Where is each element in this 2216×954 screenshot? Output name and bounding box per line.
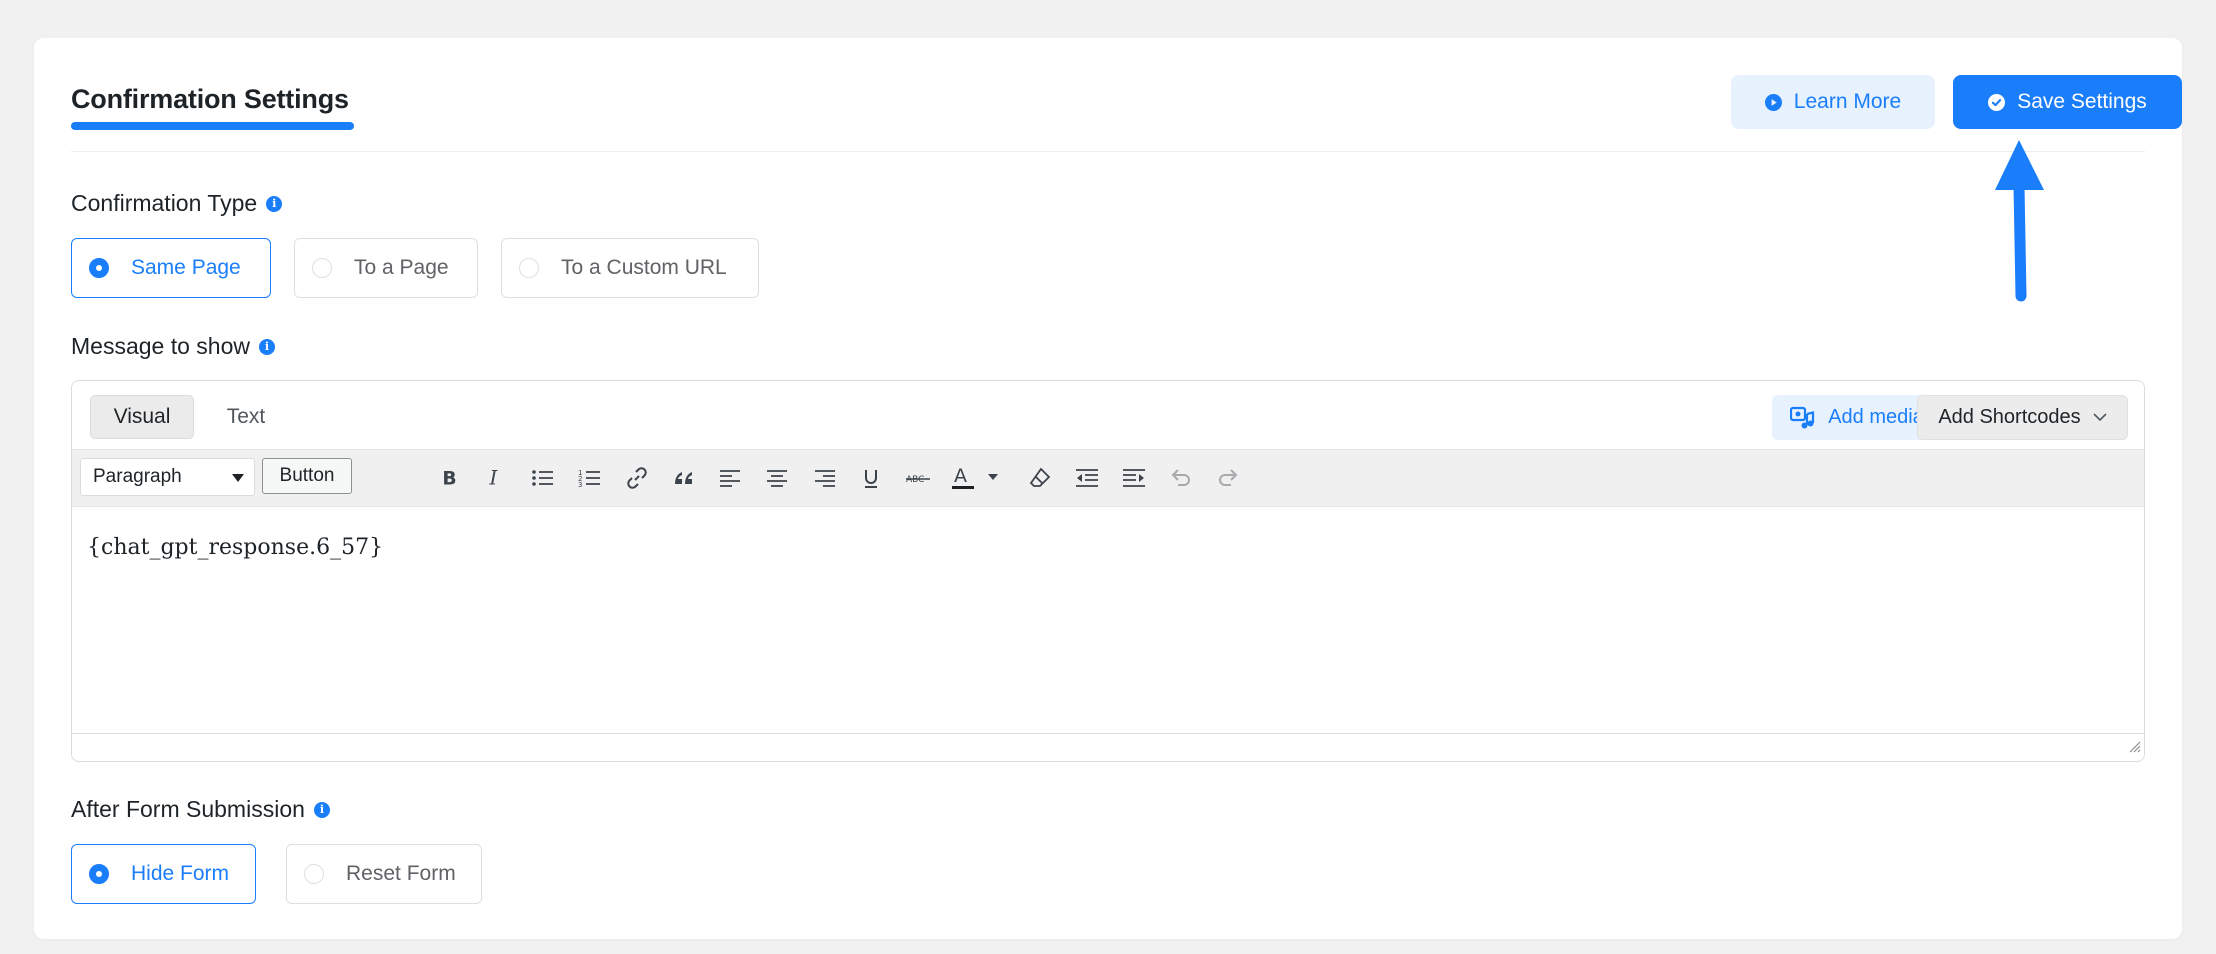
check-circle-icon <box>1988 93 2006 111</box>
undo-icon[interactable] <box>1165 462 1197 494</box>
dropdown-arrow-icon <box>232 474 244 482</box>
add-media-label: Add media <box>1828 406 1924 428</box>
annotation-arrow-icon <box>1990 132 2050 307</box>
radio-button-icon <box>304 864 324 884</box>
confirmation-type-text: Confirmation Type <box>71 190 258 216</box>
paragraph-format-select[interactable]: Paragraph <box>80 458 255 496</box>
outdent-icon[interactable] <box>1071 462 1103 494</box>
tab-visual[interactable]: Visual <box>90 395 194 439</box>
radio-reset-form[interactable]: Reset Form <box>286 844 482 904</box>
media-icon <box>1790 406 1816 430</box>
bulleted-list-icon[interactable] <box>527 462 559 494</box>
after-form-submission-label: After Form Submission i <box>71 796 330 823</box>
link-icon[interactable] <box>621 462 653 494</box>
svg-text:A: A <box>954 465 967 487</box>
bold-icon[interactable]: B <box>433 462 465 494</box>
indent-icon[interactable] <box>1118 462 1150 494</box>
radio-label: Reset Form <box>346 862 456 885</box>
radio-label: Hide Form <box>131 862 230 885</box>
save-settings-label: Save Settings <box>2017 90 2147 113</box>
numbered-list-icon[interactable]: 123 <box>574 462 606 494</box>
svg-text:I: I <box>489 467 499 489</box>
button-insert-button[interactable]: Button <box>262 458 352 494</box>
resize-handle-icon[interactable] <box>2127 739 2141 758</box>
info-icon[interactable]: i <box>266 195 283 212</box>
radio-button-icon <box>312 258 332 278</box>
tab-text[interactable]: Text <box>204 395 288 439</box>
redo-icon[interactable] <box>1212 462 1244 494</box>
info-icon[interactable]: i <box>258 338 275 355</box>
confirmation-type-label: Confirmation Type i <box>71 190 283 217</box>
underline-icon[interactable] <box>855 462 887 494</box>
message-to-show-label: Message to show i <box>71 333 275 360</box>
chevron-down-icon <box>2093 413 2107 422</box>
format-select-value: Paragraph <box>93 466 182 487</box>
radio-hide-form[interactable]: Hide Form <box>71 844 256 904</box>
editor-toolbar: Paragraph Button B I 123 ABC A <box>72 449 2144 507</box>
radio-same-page[interactable]: Same Page <box>71 238 271 298</box>
align-center-icon[interactable] <box>761 462 793 494</box>
italic-icon[interactable]: I <box>479 462 511 494</box>
strikethrough-icon[interactable]: ABC <box>902 462 934 494</box>
svg-text:B: B <box>442 469 456 489</box>
radio-button-icon <box>89 864 109 884</box>
align-left-icon[interactable] <box>714 462 746 494</box>
message-editor: Visual Text Add media Add Shortcodes Par… <box>71 380 2145 762</box>
save-settings-button[interactable]: Save Settings <box>1953 75 2182 129</box>
align-right-icon[interactable] <box>809 462 841 494</box>
play-circle-icon <box>1764 93 1782 111</box>
radio-to-a-page[interactable]: To a Page <box>294 238 478 298</box>
radio-label: Same Page <box>131 256 241 279</box>
editor-status-bar <box>72 733 2144 761</box>
radio-label: To a Page <box>354 256 449 279</box>
learn-more-label: Learn More <box>1793 90 1902 113</box>
radio-label: To a Custom URL <box>561 256 727 279</box>
message-to-show-text: Message to show <box>71 333 250 359</box>
add-shortcodes-dropdown[interactable]: Add Shortcodes <box>1917 395 2128 440</box>
settings-header: Confirmation Settings Learn More Save Se… <box>71 38 2182 152</box>
confirmation-settings-card: Confirmation Settings Learn More Save Se… <box>34 38 2182 939</box>
blockquote-icon[interactable] <box>668 462 700 494</box>
page-title: Confirmation Settings <box>71 84 349 114</box>
clear-formatting-icon[interactable] <box>1024 462 1056 494</box>
radio-to-custom-url[interactable]: To a Custom URL <box>501 238 759 298</box>
editor-content-text: {chat_gpt_response.6_57} <box>87 535 384 560</box>
info-icon[interactable]: i <box>313 801 330 818</box>
after-form-submission-text: After Form Submission <box>71 796 305 822</box>
add-shortcodes-label: Add Shortcodes <box>1938 406 2081 428</box>
radio-button-icon <box>89 258 109 278</box>
title-underline <box>71 122 354 130</box>
radio-button-icon <box>519 258 539 278</box>
text-color-icon[interactable]: A <box>949 462 1005 494</box>
svg-text:3: 3 <box>578 481 582 489</box>
editor-tabs-bar: Visual Text Add media Add Shortcodes <box>72 381 2144 449</box>
svg-text:ABC: ABC <box>906 475 924 485</box>
editor-content-area[interactable]: {chat_gpt_response.6_57} <box>72 507 2144 733</box>
learn-more-button[interactable]: Learn More <box>1731 75 1935 129</box>
